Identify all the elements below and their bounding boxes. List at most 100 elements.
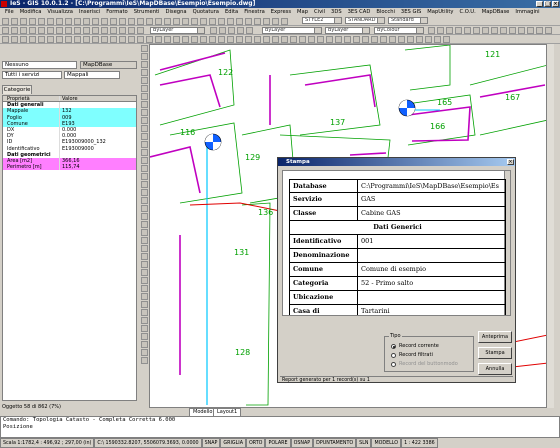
draw-tool-icon[interactable] [141,117,148,124]
gas-cabin-icon[interactable] [398,99,416,117]
menu-item[interactable]: Civil [311,8,328,17]
toolbar-icon[interactable] [236,18,243,25]
dialog-close-button[interactable]: × [507,159,514,165]
toolbar-icon[interactable] [110,36,117,43]
menu-item[interactable]: 3ES CAD [345,8,374,17]
toolbar-icon[interactable] [254,36,261,43]
mapdbase-button[interactable]: MapDBase [80,61,137,69]
draw-tool-icon[interactable] [141,125,148,132]
toolbar-icon[interactable] [38,18,45,25]
menu-item[interactable]: Modifica [17,8,45,17]
toolbar-icon[interactable] [500,27,507,34]
draw-tool-icon[interactable] [141,261,148,268]
status-toggle[interactable]: GRIGLIA [220,438,246,448]
toolbar-icon[interactable] [254,18,261,25]
toolbar-icon[interactable] [2,27,9,34]
draw-tool-icon[interactable] [141,93,148,100]
toolbar-icon[interactable] [110,27,117,34]
draw-tool-icon[interactable] [141,69,148,76]
toolbar-icon[interactable] [155,36,162,43]
toolbar-icon[interactable] [443,36,450,43]
toolbar-icon[interactable] [137,27,144,34]
toolbar-icon[interactable] [20,18,27,25]
toolbar-icon[interactable] [11,36,18,43]
toolbar-icon[interactable] [389,36,396,43]
close-button[interactable]: × [552,1,559,7]
class-filter[interactable]: Mappali [64,71,120,79]
toolbar-icon[interactable] [146,18,153,25]
toolbar-icon[interactable] [137,36,144,43]
draw-tool-icon[interactable] [141,149,148,156]
toolbar-icon[interactable] [263,18,270,25]
toolbar-icon[interactable] [272,18,279,25]
draw-tool-icon[interactable] [141,109,148,116]
toolbar-icon[interactable] [191,36,198,43]
toolbar-icon[interactable] [428,27,435,34]
toolbar-icon[interactable] [29,27,36,34]
menu-item[interactable]: Map [294,8,311,17]
draw-tool-icon[interactable] [141,101,148,108]
draw-tool-icon[interactable] [141,253,148,260]
toolbar-icon[interactable] [371,36,378,43]
draw-tool-icon[interactable] [141,333,148,340]
selector-combo[interactable]: Nessuno [2,61,77,69]
draw-tool-icon[interactable] [141,205,148,212]
draw-tool-icon[interactable] [141,133,148,140]
toolbar-icon[interactable] [281,18,288,25]
toolbar-icon[interactable] [299,36,306,43]
toolbar-icon[interactable] [209,18,216,25]
toolbar-icon[interactable] [83,36,90,43]
toolbar-icon[interactable] [182,18,189,25]
property-row[interactable]: Perimetro [m] 115,74 [3,164,136,171]
toolbar-icon[interactable] [218,36,225,43]
toolbar-icon[interactable] [47,27,54,34]
window-title-bar[interactable]: IeS - GIS 10.0.1.2 - [C:\Programmi\IeS\M… [0,0,560,8]
toolbar-icon[interactable] [210,27,217,34]
toolbar-icon[interactable] [119,18,126,25]
draw-tool-icon[interactable] [141,85,148,92]
menu-item[interactable]: Edita [222,8,241,17]
draw-tool-icon[interactable] [141,317,148,324]
status-toggle[interactable]: MODELLO [371,438,402,448]
toolbar-icon[interactable] [437,27,444,34]
toolbar-icon[interactable] [228,27,235,34]
toolbar-icon[interactable] [56,18,63,25]
toolbar-icon[interactable] [146,36,153,43]
toolbar-icon[interactable] [20,36,27,43]
toolbar-icon[interactable] [11,18,18,25]
menu-item[interactable]: Immagini [512,8,542,17]
toolbar-icon[interactable] [128,27,135,34]
toolbar-icon[interactable] [464,27,471,34]
toolbar-icon[interactable] [446,27,453,34]
toolbar-icon[interactable] [326,36,333,43]
radio-current-record[interactable]: Record corrente [391,343,439,349]
toolbar-icon[interactable] [92,27,99,34]
menu-item[interactable]: Disegna [162,8,189,17]
toolbar-icon[interactable] [137,18,144,25]
menu-item[interactable]: 3ES GIS [398,8,424,17]
tab-categorie[interactable]: Categorie [2,85,32,94]
menu-item[interactable]: Strumenti [131,8,163,17]
menu-item[interactable]: File [2,8,17,17]
draw-tool-icon[interactable] [141,173,148,180]
toolbar-icon[interactable] [110,18,117,25]
toolbar-icon[interactable] [246,27,253,34]
draw-tool-icon[interactable] [141,141,148,148]
service-filter[interactable]: Tutti i servizi [2,71,62,79]
toolbar-icon[interactable] [74,36,81,43]
toolbar-icon[interactable] [47,36,54,43]
toolbar-icon[interactable] [290,36,297,43]
draw-tool-icon[interactable] [141,269,148,276]
minimize-button[interactable]: _ [536,1,543,7]
toolbar-icon[interactable] [2,36,9,43]
toolbar-icon[interactable] [11,27,18,34]
toolbar-icon[interactable] [353,36,360,43]
menu-item[interactable]: C.O.U. [457,8,479,17]
draw-tool-icon[interactable] [141,349,148,356]
toolbar-icon[interactable] [56,27,63,34]
toolbar-icon[interactable] [509,27,516,34]
toolbar-icon[interactable] [407,36,414,43]
toolbar-icon[interactable] [128,18,135,25]
menu-item[interactable]: Finestra [241,8,268,17]
command-line[interactable]: Comando: Topologia Catasto - Completa Co… [0,416,560,438]
